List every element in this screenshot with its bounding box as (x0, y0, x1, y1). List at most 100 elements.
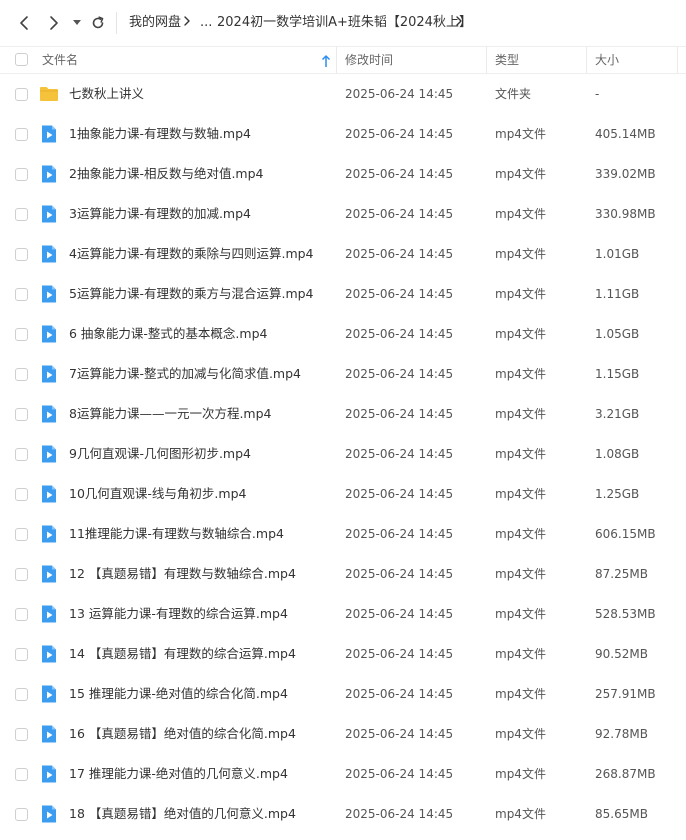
file-name[interactable]: 1抽象能力课-有理数与数轴.mp4 (69, 114, 251, 154)
file-row[interactable]: 8运算能力课——一元一次方程.mp4 2025-06-24 14:45 mp4文… (0, 394, 686, 434)
select-all-checkbox[interactable] (15, 53, 28, 66)
file-row[interactable]: 11推理能力课-有理数与数轴综合.mp4 2025-06-24 14:45 mp… (0, 514, 686, 554)
video-file-icon (39, 444, 59, 464)
row-checkbox[interactable] (15, 568, 28, 581)
file-name[interactable]: 17 推理能力课-绝对值的几何意义.mp4 (69, 754, 288, 794)
column-divider[interactable] (586, 47, 587, 73)
file-size: 90.52MB (595, 647, 648, 661)
file-row[interactable]: 7运算能力课-整式的加减与化简求值.mp4 2025-06-24 14:45 m… (0, 354, 686, 394)
file-modified-time: 2025-06-24 14:45 (345, 727, 454, 741)
file-row[interactable]: 16 【真题易错】绝对值的综合化简.mp4 2025-06-24 14:45 m… (0, 714, 686, 754)
file-row[interactable]: 七数秋上讲义 2025-06-24 14:45 文件夹 - (0, 74, 686, 114)
row-checkbox[interactable] (15, 328, 28, 341)
file-size: 330.98MB (595, 207, 656, 221)
file-modified-time: 2025-06-24 14:45 (345, 367, 454, 381)
file-row[interactable]: 9几何直观课-几何图形初步.mp4 2025-06-24 14:45 mp4文件… (0, 434, 686, 474)
file-row[interactable]: 2抽象能力课-相反数与绝对值.mp4 2025-06-24 14:45 mp4文… (0, 154, 686, 194)
row-checkbox[interactable] (15, 208, 28, 221)
file-name[interactable]: 11推理能力课-有理数与数轴综合.mp4 (69, 514, 284, 554)
file-row[interactable]: 12 【真题易错】有理数与数轴综合.mp4 2025-06-24 14:45 m… (0, 554, 686, 594)
file-type: mp4文件 (495, 727, 546, 741)
file-name[interactable]: 8运算能力课——一元一次方程.mp4 (69, 394, 272, 434)
file-name[interactable]: 15 推理能力课-绝对值的综合化简.mp4 (69, 674, 288, 714)
row-checkbox[interactable] (15, 88, 28, 101)
row-checkbox[interactable] (15, 408, 28, 421)
file-row[interactable]: 13 运算能力课-有理数的综合运算.mp4 2025-06-24 14:45 m… (0, 594, 686, 634)
file-row[interactable]: 14 【真题易错】有理数的综合运算.mp4 2025-06-24 14:45 m… (0, 634, 686, 674)
row-checkbox[interactable] (15, 488, 28, 501)
sort-up-arrow-icon[interactable] (321, 53, 331, 72)
row-checkbox[interactable] (15, 808, 28, 821)
column-header-time[interactable]: 修改时间 (345, 47, 393, 73)
file-type: mp4文件 (495, 607, 546, 621)
row-checkbox[interactable] (15, 608, 28, 621)
file-name[interactable]: 6 抽象能力课-整式的基本概念.mp4 (69, 314, 267, 354)
row-checkbox[interactable] (15, 728, 28, 741)
file-name[interactable]: 18 【真题易错】绝对值的几何意义.mp4 (69, 794, 296, 834)
row-checkbox[interactable] (15, 688, 28, 701)
row-checkbox[interactable] (15, 448, 28, 461)
file-modified-time: 2025-06-24 14:45 (345, 687, 454, 701)
row-checkbox[interactable] (15, 248, 28, 261)
refresh-icon[interactable] (88, 12, 108, 34)
file-modified-time: 2025-06-24 14:45 (345, 287, 454, 301)
file-name[interactable]: 14 【真题易错】有理数的综合运算.mp4 (69, 634, 296, 674)
file-name[interactable]: 7运算能力课-整式的加减与化简求值.mp4 (69, 354, 301, 394)
column-divider[interactable] (486, 47, 487, 73)
file-row[interactable]: 10几何直观课-线与角初步.mp4 2025-06-24 14:45 mp4文件… (0, 474, 686, 514)
column-header-type[interactable]: 类型 (495, 47, 519, 73)
file-name[interactable]: 3运算能力课-有理数的加减.mp4 (69, 194, 251, 234)
column-header-size[interactable]: 大小 (595, 47, 619, 73)
row-checkbox[interactable] (15, 168, 28, 181)
file-row[interactable]: 18 【真题易错】绝对值的几何意义.mp4 2025-06-24 14:45 m… (0, 794, 686, 834)
file-name[interactable]: 2抽象能力课-相反数与绝对值.mp4 (69, 154, 264, 194)
file-row[interactable]: 15 推理能力课-绝对值的综合化简.mp4 2025-06-24 14:45 m… (0, 674, 686, 714)
file-row[interactable]: 4运算能力课-有理数的乘除与四则运算.mp4 2025-06-24 14:45 … (0, 234, 686, 274)
file-type: mp4文件 (495, 247, 546, 261)
column-divider[interactable] (336, 47, 337, 73)
column-divider[interactable] (677, 47, 678, 73)
file-name[interactable]: 9几何直观课-几何图形初步.mp4 (69, 434, 251, 474)
video-file-icon (39, 204, 59, 224)
file-size: 257.91MB (595, 687, 656, 701)
file-name[interactable]: 16 【真题易错】绝对值的综合化简.mp4 (69, 714, 296, 754)
file-modified-time: 2025-06-24 14:45 (345, 207, 454, 221)
file-size: 1.11GB (595, 287, 640, 301)
file-row[interactable]: 5运算能力课-有理数的乘方与混合运算.mp4 2025-06-24 14:45 … (0, 274, 686, 314)
row-checkbox[interactable] (15, 648, 28, 661)
breadcrumb-root[interactable]: 我的网盘 (129, 13, 181, 33)
chevron-right-icon[interactable] (44, 12, 64, 34)
file-modified-time: 2025-06-24 14:45 (345, 487, 454, 501)
file-size: 339.02MB (595, 167, 656, 181)
file-modified-time: 2025-06-24 14:45 (345, 647, 454, 661)
file-name[interactable]: 12 【真题易错】有理数与数轴综合.mp4 (69, 554, 296, 594)
file-name[interactable]: 10几何直观课-线与角初步.mp4 (69, 474, 246, 514)
breadcrumb-current-folder[interactable]: 2024初一数学培训A+班朱韬【2024秋上】 (217, 13, 472, 33)
row-checkbox[interactable] (15, 288, 28, 301)
breadcrumb-ellipsis[interactable]: ... (200, 13, 212, 33)
row-checkbox[interactable] (15, 368, 28, 381)
file-row[interactable]: 6 抽象能力课-整式的基本概念.mp4 2025-06-24 14:45 mp4… (0, 314, 686, 354)
chevron-left-icon[interactable] (14, 12, 34, 34)
row-checkbox[interactable] (15, 128, 28, 141)
file-size: 1.08GB (595, 447, 640, 461)
caret-down-icon[interactable] (70, 12, 84, 34)
file-name[interactable]: 4运算能力课-有理数的乘除与四则运算.mp4 (69, 234, 314, 274)
file-modified-time: 2025-06-24 14:45 (345, 567, 454, 581)
file-name[interactable]: 5运算能力课-有理数的乘方与混合运算.mp4 (69, 274, 314, 314)
column-header-name[interactable]: 文件名 (42, 47, 78, 73)
file-row[interactable]: 3运算能力课-有理数的加减.mp4 2025-06-24 14:45 mp4文件… (0, 194, 686, 234)
folder-icon (39, 84, 59, 104)
row-checkbox[interactable] (15, 528, 28, 541)
file-row[interactable]: 17 推理能力课-绝对值的几何意义.mp4 2025-06-24 14:45 m… (0, 754, 686, 794)
file-row[interactable]: 1抽象能力课-有理数与数轴.mp4 2025-06-24 14:45 mp4文件… (0, 114, 686, 154)
file-modified-time: 2025-06-24 14:45 (345, 327, 454, 341)
file-type: mp4文件 (495, 407, 546, 421)
video-file-icon (39, 764, 59, 784)
video-file-icon (39, 564, 59, 584)
file-type: mp4文件 (495, 127, 546, 141)
video-file-icon (39, 684, 59, 704)
row-checkbox[interactable] (15, 768, 28, 781)
file-name[interactable]: 13 运算能力课-有理数的综合运算.mp4 (69, 594, 288, 634)
file-name[interactable]: 七数秋上讲义 (69, 74, 144, 114)
